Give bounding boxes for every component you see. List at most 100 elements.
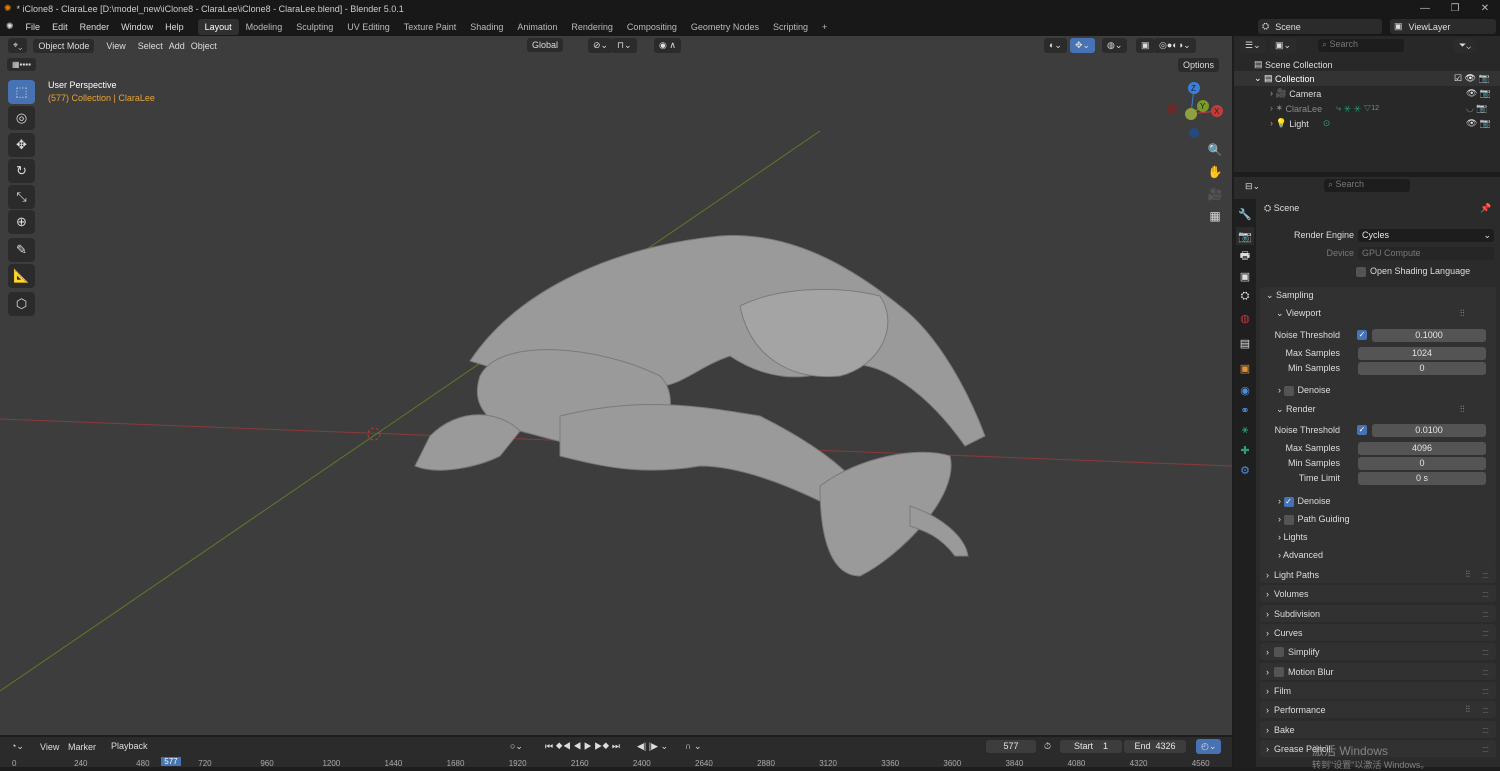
viewport-menu-view[interactable]: View: [100, 41, 131, 51]
r-noise-checkbox[interactable]: ✓: [1357, 425, 1367, 435]
tool-tab-icon[interactable]: 🔧: [1236, 205, 1254, 223]
timeline-menu-view[interactable]: View: [40, 742, 59, 752]
collection-row[interactable]: ⌄ ▤ Collection ☑ 👁 📷: [1234, 71, 1500, 86]
editor-type-icon[interactable]: ⌖⌄: [8, 38, 28, 53]
panel-volumes[interactable]: › Volumes::::: [1260, 585, 1496, 602]
tab-modeling[interactable]: Modeling: [239, 19, 290, 35]
pivot-icon[interactable]: ⊘⌄: [588, 38, 614, 53]
viewport-menu-select[interactable]: Select: [138, 41, 163, 51]
menu-help[interactable]: Help: [159, 22, 190, 32]
render-subpanel-header[interactable]: ⌄ Render: [1276, 404, 1316, 415]
auto-key-icon[interactable]: ∩ ⌄: [680, 739, 707, 754]
visibility-icon[interactable]: ◐⌄: [1044, 38, 1067, 53]
transform-tool[interactable]: ⊕: [8, 210, 35, 234]
outliner-type-icon[interactable]: ☰⌄: [1240, 38, 1266, 53]
panel-film[interactable]: › Film::::: [1260, 682, 1496, 699]
minimize-button[interactable]: —: [1410, 0, 1440, 17]
object-mode-dropdown[interactable]: Object Mode: [33, 38, 95, 53]
gizmo-toggle-icon[interactable]: ✥⌄: [1070, 38, 1096, 53]
panel-light-paths[interactable]: › Light Paths ⫶⫶::::: [1260, 566, 1496, 583]
start-frame-field[interactable]: Start 1: [1060, 740, 1122, 753]
cursor-tool[interactable]: ◎: [8, 106, 35, 130]
timeline-editor-icon[interactable]: ◔⌄: [6, 739, 29, 754]
viewport-menu-object[interactable]: Object: [191, 41, 217, 51]
collection-checkbox[interactable]: ☑ 👁 📷: [1454, 73, 1490, 84]
add-cube-tool[interactable]: ⬡: [8, 292, 35, 316]
keyframe-nav-icons[interactable]: ◀| |▶ ⌄: [632, 739, 674, 754]
pin-icon[interactable]: 📌: [1480, 203, 1491, 214]
tab-uv-editing[interactable]: UV Editing: [340, 19, 397, 35]
scene-tab-icon[interactable]: ⛭: [1236, 287, 1254, 305]
tab-shading[interactable]: Shading: [463, 19, 510, 35]
maximize-button[interactable]: ❐: [1440, 0, 1470, 17]
vp-noise-field[interactable]: 0.1000: [1372, 329, 1486, 342]
navigation-gizmo[interactable]: X Z Y: [1160, 78, 1230, 138]
transform-orientation-dropdown[interactable]: Global: [527, 38, 564, 52]
perspective-grid-icon[interactable]: ▦: [1204, 205, 1226, 227]
r-denoise-toggle[interactable]: › ✓ Denoise: [1278, 496, 1331, 507]
3d-viewport[interactable]: ⌖⌄ Object Mode View Select Add Object Gl…: [0, 36, 1232, 735]
current-frame-field[interactable]: 577: [986, 740, 1036, 753]
panel-simplify[interactable]: › Simplify::::: [1260, 643, 1496, 660]
close-button[interactable]: ✕: [1470, 0, 1500, 17]
end-frame-field[interactable]: End 4326: [1124, 740, 1186, 753]
scene-selector[interactable]: ⛭ Scene: [1258, 19, 1382, 34]
path-guiding-toggle[interactable]: › Path Guiding: [1278, 514, 1350, 525]
options-dropdown[interactable]: Options: [1178, 58, 1220, 72]
timeline-menu-playback[interactable]: Playback: [106, 739, 153, 753]
panel-subdivision[interactable]: › Subdivision::::: [1260, 605, 1496, 622]
view-layer-selector[interactable]: ▣ ViewLayer: [1390, 19, 1496, 34]
view-layer-tab-icon[interactable]: ▣: [1236, 267, 1254, 285]
physics-tab-icon[interactable]: ◉: [1236, 381, 1254, 399]
display-mode-icon[interactable]: ▣⌄: [1270, 38, 1297, 53]
snap-icon[interactable]: ⊓⌄: [612, 38, 637, 53]
menu-edit[interactable]: Edit: [46, 22, 74, 32]
tab-animation[interactable]: Animation: [510, 19, 564, 35]
visibility-toggle[interactable]: ◡ 📷: [1466, 103, 1488, 114]
select-box-tool[interactable]: ⬚: [8, 80, 35, 104]
tab-rendering[interactable]: Rendering: [564, 19, 620, 35]
zoom-icon[interactable]: 🔍: [1204, 139, 1226, 161]
timeline-menu-marker[interactable]: Marker: [68, 742, 96, 752]
menu-render[interactable]: Render: [74, 22, 116, 32]
xray-icon[interactable]: ▣: [1136, 38, 1155, 53]
sampling-header[interactable]: ⌄ Sampling: [1266, 290, 1314, 301]
presets-icon[interactable]: ⫶⫶: [1460, 308, 1465, 319]
time-limit-field[interactable]: 0 s: [1358, 472, 1486, 485]
r-min-field[interactable]: 0: [1358, 457, 1486, 470]
properties-type-icon[interactable]: ⊟⌄: [1240, 179, 1266, 194]
outliner-item-camera[interactable]: › 🎥 Camera 👁 📷: [1234, 86, 1500, 101]
panel-bake[interactable]: › Bake::::: [1260, 721, 1496, 738]
outliner-search-input[interactable]: ⌕ Search: [1318, 39, 1404, 52]
tab-sculpting[interactable]: Sculpting: [289, 19, 340, 35]
add-workspace-button[interactable]: +: [815, 19, 834, 35]
constraints-tab-icon[interactable]: ⚭: [1236, 401, 1254, 419]
scene-collection-row[interactable]: ▤ Scene Collection: [1234, 57, 1500, 72]
sync-icon[interactable]: ◴⌄: [1196, 739, 1222, 754]
outliner-item-claralee[interactable]: › ✶ ClaraLee ⤷ ⚹ ⚹ ▽ 12 ◡ 📷: [1234, 101, 1500, 116]
measure-tool[interactable]: 📐: [8, 264, 35, 288]
output-tab-icon[interactable]: 🖶: [1236, 247, 1254, 265]
tab-geometry-nodes[interactable]: Geometry Nodes: [684, 19, 766, 35]
vp-max-field[interactable]: 1024: [1358, 347, 1486, 360]
menu-file[interactable]: File: [20, 22, 47, 32]
advanced-subpanel[interactable]: › Advanced: [1278, 550, 1323, 560]
render-tab-icon[interactable]: 📷: [1236, 227, 1254, 245]
shading-modes-icon[interactable]: ◎●◐◑⌄: [1154, 38, 1196, 53]
keying-icon[interactable]: ○⌄: [510, 741, 523, 752]
r-noise-field[interactable]: 0.0100: [1372, 424, 1486, 437]
overlays-icon[interactable]: ◍⌄: [1102, 38, 1128, 53]
viewport-menu-add[interactable]: Add: [169, 41, 185, 51]
proportional-edit-icon[interactable]: ◉ ∧: [654, 38, 681, 53]
blender-menu-icon[interactable]: ✺: [0, 21, 20, 32]
filter-icon[interactable]: ⏷⌄: [1454, 38, 1477, 53]
scale-tool[interactable]: ⤡: [8, 185, 35, 209]
tab-compositing[interactable]: Compositing: [620, 19, 684, 35]
vp-min-field[interactable]: 0: [1358, 362, 1486, 375]
panel-performance[interactable]: › Performance ⫶⫶::::: [1260, 701, 1496, 718]
outliner-item-light[interactable]: › 💡 Light ⊙ 👁 📷: [1234, 116, 1500, 131]
tab-layout[interactable]: Layout: [197, 18, 239, 35]
r-max-field[interactable]: 4096: [1358, 442, 1486, 455]
visibility-toggle[interactable]: 👁 📷: [1466, 118, 1491, 129]
panel-curves[interactable]: › Curves::::: [1260, 624, 1496, 641]
